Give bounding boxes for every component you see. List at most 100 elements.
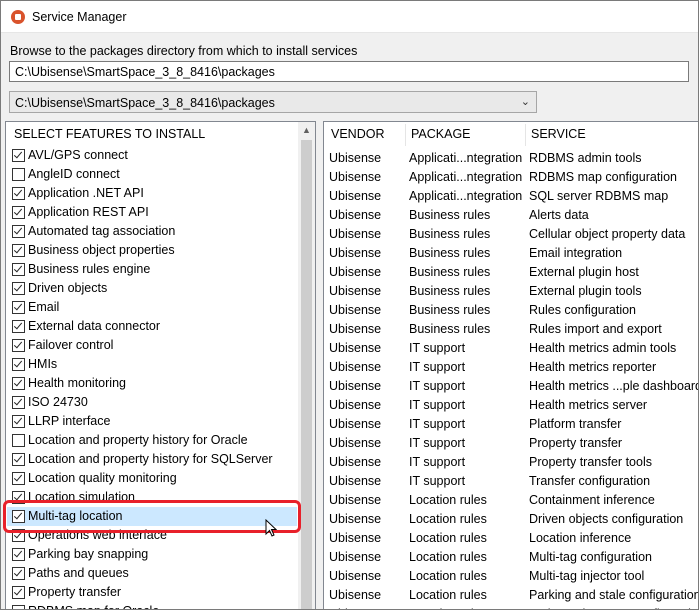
- title-bar: Service Manager: [1, 1, 698, 33]
- feature-item[interactable]: External data connector: [7, 317, 297, 336]
- service-row[interactable]: Ubisense IT support Health metrics reporte…: [324, 358, 698, 377]
- column-divider[interactable]: [405, 124, 406, 146]
- column-header-package[interactable]: PACKAGE: [411, 127, 471, 141]
- feature-checkbox[interactable]: [12, 263, 25, 276]
- feature-item[interactable]: Application REST API: [7, 203, 297, 222]
- service-row[interactable]: Ubisense IT support Health metrics ...ple …: [324, 377, 699, 396]
- feature-checkbox[interactable]: [12, 225, 25, 238]
- feature-item[interactable]: AVL/GPS connect: [7, 146, 297, 165]
- feature-checkbox[interactable]: [12, 567, 25, 580]
- feature-item[interactable]: Business rules engine: [7, 260, 297, 279]
- feature-checkbox[interactable]: [12, 282, 25, 295]
- feature-label: Location and property history for Oracle: [28, 433, 248, 447]
- feature-item[interactable]: Parking bay snapping: [7, 545, 297, 564]
- package-cell: Location rules: [409, 531, 487, 545]
- service-row[interactable]: Ubisense Location rules Driven objects con…: [324, 510, 698, 529]
- service-cell: Health metrics ...ple dashboards: [529, 379, 699, 393]
- feature-checkbox[interactable]: [12, 149, 25, 162]
- scroll-thumb[interactable]: [301, 140, 312, 609]
- service-row[interactable]: Ubisense IT support Health metrics server: [324, 396, 698, 415]
- feature-checkbox[interactable]: [12, 548, 25, 561]
- service-cell: Health metrics admin tools: [529, 341, 677, 355]
- vendor-cell: Ubisense: [329, 151, 382, 165]
- feature-checkbox[interactable]: [12, 168, 25, 181]
- package-cell: IT support: [409, 474, 466, 488]
- feature-item[interactable]: Application .NET API: [7, 184, 297, 203]
- service-row[interactable]: Ubisense Location rules Multi-tag injector…: [324, 567, 698, 586]
- feature-checkbox[interactable]: [12, 320, 25, 333]
- service-row[interactable]: Ubisense IT support Platform transfer: [324, 415, 698, 434]
- service-row[interactable]: Ubisense IT support Transfer configuration: [324, 472, 698, 491]
- service-row[interactable]: Ubisense Business rules Rules import and e…: [324, 320, 698, 339]
- feature-checkbox[interactable]: [12, 415, 25, 428]
- features-scrollbar[interactable]: ▲: [298, 122, 315, 609]
- feature-checkbox[interactable]: [12, 377, 25, 390]
- feature-label: Application REST API: [28, 205, 149, 219]
- feature-checkbox[interactable]: [12, 244, 25, 257]
- service-row[interactable]: Ubisense IT support Property transfer tool…: [324, 453, 698, 472]
- feature-item[interactable]: Property transfer: [7, 583, 297, 602]
- vendor-cell: Ubisense: [329, 360, 382, 374]
- feature-checkbox[interactable]: [12, 434, 25, 447]
- packages-path-dropdown[interactable]: C:\Ubisense\SmartSpace_3_8_8416\packages…: [9, 91, 537, 113]
- feature-item[interactable]: Location quality monitoring: [7, 469, 297, 488]
- feature-checkbox[interactable]: [12, 187, 25, 200]
- scroll-up-icon[interactable]: ▲: [302, 125, 311, 135]
- vendor-cell: Ubisense: [329, 303, 382, 317]
- vendor-cell: Ubisense: [329, 398, 382, 412]
- service-row[interactable]: Ubisense IT support Health metrics admin t…: [324, 339, 698, 358]
- service-row[interactable]: UbisenseLocation rulesPaths and queues c…: [324, 605, 698, 609]
- package-cell: IT support: [409, 360, 466, 374]
- service-row[interactable]: Ubisense Business rules Rules configuratio…: [324, 301, 698, 320]
- feature-item[interactable]: Location and property history for SQLSer…: [7, 450, 297, 469]
- service-row[interactable]: Ubisense Business rules External plugin ho…: [324, 263, 698, 282]
- service-row[interactable]: Ubisense Applicati...ntegration RDBMS admi…: [324, 149, 698, 168]
- chevron-down-icon[interactable]: ⌄: [521, 95, 530, 108]
- feature-item[interactable]: LLRP interface: [7, 412, 297, 431]
- service-row[interactable]: Ubisense Business rules Alerts data: [324, 206, 698, 225]
- feature-item[interactable]: Paths and queues: [7, 564, 297, 583]
- feature-item[interactable]: HMIs: [7, 355, 297, 374]
- service-row[interactable]: Ubisense Applicati...ntegration SQL server…: [324, 187, 698, 206]
- feature-label: Driven objects: [28, 281, 108, 295]
- feature-item[interactable]: AngleID connect: [7, 165, 297, 184]
- vendor-cell: Ubisense: [329, 550, 382, 564]
- feature-item[interactable]: Driven objects: [7, 279, 297, 298]
- feature-checkbox[interactable]: [12, 453, 25, 466]
- feature-checkbox[interactable]: [12, 206, 25, 219]
- service-row[interactable]: Ubisense Location rules Multi-tag configur…: [324, 548, 698, 567]
- feature-item[interactable]: Business object properties: [7, 241, 297, 260]
- vendor-cell: Ubisense: [329, 246, 382, 260]
- packages-path-input[interactable]: [9, 61, 689, 82]
- feature-checkbox[interactable]: [12, 339, 25, 352]
- service-row[interactable]: Ubisense Business rules Cellular object pr…: [324, 225, 698, 244]
- feature-item[interactable]: Location and property history for Oracle: [7, 431, 297, 450]
- feature-item[interactable]: ISO 24730: [7, 393, 297, 412]
- feature-item[interactable]: RDBMS map for Oracle: [7, 602, 297, 609]
- service-row[interactable]: Ubisense Location rules Location inference: [324, 529, 698, 548]
- feature-item[interactable]: Failover control: [7, 336, 297, 355]
- feature-checkbox[interactable]: [12, 605, 25, 609]
- service-row[interactable]: Ubisense Location rules Parking and stale …: [324, 586, 698, 605]
- service-row[interactable]: Ubisense Business rules External plugin to…: [324, 282, 698, 301]
- feature-label: Business rules engine: [28, 262, 151, 276]
- column-header-service[interactable]: SERVICE: [531, 127, 586, 141]
- feature-checkbox[interactable]: [12, 396, 25, 409]
- column-divider[interactable]: [525, 124, 526, 146]
- feature-checkbox[interactable]: [12, 472, 25, 485]
- feature-item[interactable]: Automated tag association: [7, 222, 297, 241]
- feature-item[interactable]: Email: [7, 298, 297, 317]
- service-cell: Transfer configuration: [529, 474, 651, 488]
- service-row[interactable]: Ubisense Location rules Containment infere…: [324, 491, 698, 510]
- feature-checkbox[interactable]: [12, 301, 25, 314]
- feature-checkbox[interactable]: [12, 586, 25, 599]
- service-row[interactable]: Ubisense Business rules Email integration: [324, 244, 698, 263]
- feature-label: RDBMS map for Oracle: [28, 604, 159, 609]
- service-row[interactable]: Ubisense IT support Property transfer: [324, 434, 698, 453]
- services-list[interactable]: VENDOR PACKAGE SERVICE Ubisense Applicati…: [323, 121, 699, 609]
- feature-checkbox[interactable]: [12, 358, 25, 371]
- feature-label: LLRP interface: [28, 414, 111, 428]
- service-row[interactable]: Ubisense Applicati...ntegration RDBMS map …: [324, 168, 698, 187]
- feature-item[interactable]: Health monitoring: [7, 374, 297, 393]
- column-header-vendor[interactable]: VENDOR: [331, 127, 384, 141]
